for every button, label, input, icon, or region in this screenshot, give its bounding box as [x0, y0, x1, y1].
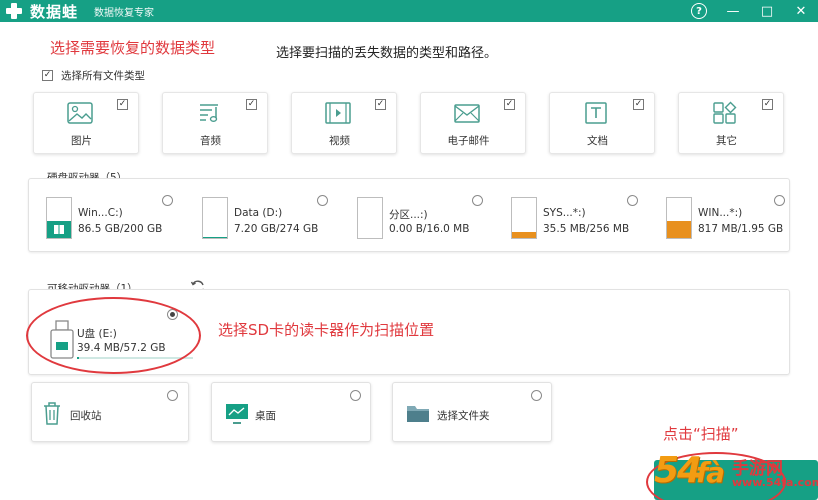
drive-item[interactable]: WIN...*:) 817 MB/1.95 GB: [666, 197, 786, 245]
drive-item[interactable]: Win...C:) 86.5 GB/200 GB: [46, 197, 196, 245]
watermark-number: 54: [654, 450, 702, 491]
location-label: 选择文件夹: [437, 410, 490, 422]
drive-size: 86.5 GB/200 GB: [78, 223, 163, 235]
watermark-url: www.54fa.com: [732, 476, 818, 489]
location-desktop[interactable]: 桌面: [211, 382, 371, 442]
drive-usage-fill: [512, 232, 536, 238]
drive-icon: [511, 197, 537, 239]
windows-icon: [54, 224, 64, 234]
document-icon: [585, 102, 607, 124]
drive-radio[interactable]: [472, 195, 483, 206]
type-label-video: 视频: [329, 135, 350, 147]
drive-size: 7.20 GB/274 GB: [234, 223, 319, 235]
type-card-email[interactable]: ✓ 电子邮件: [420, 92, 526, 154]
folder-icon: [407, 406, 429, 422]
type-card-other[interactable]: ✓ 其它: [678, 92, 784, 154]
location-radio[interactable]: [531, 390, 542, 401]
desktop-icon: [226, 404, 248, 424]
type-card-document[interactable]: ✓ 文档: [549, 92, 655, 154]
type-card-audio[interactable]: ✓ 音频: [162, 92, 268, 154]
drive-radio[interactable]: [774, 195, 785, 206]
highlight-ellipse: [26, 297, 201, 374]
location-radio[interactable]: [167, 390, 178, 401]
title-bar: 数据蛙 数据恢复专家 ? — □ ✕: [0, 0, 818, 22]
app-name: 数据蛙: [30, 2, 79, 21]
drive-radio[interactable]: [317, 195, 328, 206]
restore-button[interactable]: □: [750, 0, 784, 22]
page-heading: 选择要扫描的丢失数据的类型和路径。: [276, 46, 498, 61]
drive-size: 0.00 B/16.0 MB: [389, 223, 470, 235]
type-card-image[interactable]: ✓ 图片: [33, 92, 139, 154]
annotation-select-reader: 选择SD卡的读卡器作为扫描位置: [218, 321, 435, 339]
other-icon: [713, 101, 737, 124]
drive-icon: [202, 197, 228, 239]
drive-usage-fill: [667, 221, 691, 238]
drive-radio[interactable]: [627, 195, 638, 206]
minimize-button[interactable]: —: [716, 0, 750, 22]
image-icon: [67, 102, 93, 124]
type-label-email: 电子邮件: [447, 135, 490, 147]
drive-size: 817 MB/1.95 GB: [698, 223, 784, 235]
help-icon: ?: [691, 3, 707, 19]
location-label: 回收站: [70, 410, 102, 422]
app-subtitle: 数据恢复专家: [94, 7, 155, 19]
type-checkbox-video[interactable]: ✓: [375, 99, 386, 110]
drive-name: 分区...:): [389, 209, 428, 221]
watermark-number-suffix: fà: [696, 456, 725, 489]
window-controls: ? — □ ✕: [682, 0, 818, 22]
type-label-image: 图片: [71, 135, 92, 147]
drive-radio[interactable]: [162, 195, 173, 206]
drive-icon: [357, 197, 383, 239]
type-checkbox-email[interactable]: ✓: [504, 99, 515, 110]
drive-size: 35.5 MB/256 MB: [543, 223, 630, 235]
drive-usage-fill: [203, 236, 227, 238]
type-label-other: 其它: [716, 135, 737, 147]
type-checkbox-audio[interactable]: ✓: [246, 99, 257, 110]
select-all-types[interactable]: ✓ 选择所有文件类型: [42, 68, 145, 83]
drive-usage-fill: [47, 220, 71, 238]
drive-name: Win...C:): [78, 207, 123, 219]
video-icon: [325, 102, 351, 124]
plus-logo-icon: [4, 2, 26, 20]
drive-name: SYS...*:): [543, 207, 586, 219]
select-all-label: 选择所有文件类型: [61, 70, 145, 82]
help-button[interactable]: ?: [682, 0, 716, 22]
email-icon: [454, 104, 480, 123]
drive-item[interactable]: SYS...*:) 35.5 MB/256 MB: [511, 197, 661, 245]
trash-icon: [44, 402, 60, 425]
type-checkbox-other[interactable]: ✓: [762, 99, 773, 110]
type-checkbox-document[interactable]: ✓: [633, 99, 644, 110]
watermark-logo: 54 fà 手游网 www.54fa.com: [654, 450, 818, 496]
annotation-select-type: 选择需要恢复的数据类型: [50, 39, 216, 57]
drive-icon: [666, 197, 692, 239]
type-label-audio: 音频: [200, 135, 221, 147]
location-select-folder[interactable]: 选择文件夹: [392, 382, 552, 442]
location-recycle-bin[interactable]: 回收站: [31, 382, 189, 442]
app-logo: 数据蛙: [4, 1, 78, 22]
type-label-document: 文档: [587, 135, 608, 147]
drive-name: Data (D:): [234, 207, 283, 219]
drive-icon: [46, 197, 72, 239]
drive-item[interactable]: Data (D:) 7.20 GB/274 GB: [202, 197, 352, 245]
type-checkbox-image[interactable]: ✓: [117, 99, 128, 110]
file-type-list: ✓ 图片 ✓ 音频 ✓ 视频 ✓ 电子邮件 ✓ 文档 ✓ 其它: [33, 92, 785, 154]
location-label: 桌面: [255, 410, 276, 422]
hard-drives-panel: Win...C:) 86.5 GB/200 GB Data (D:) 7.20 …: [28, 178, 790, 252]
audio-icon: [200, 104, 218, 122]
drive-item[interactable]: 分区...:) 0.00 B/16.0 MB: [357, 197, 507, 245]
close-button[interactable]: ✕: [784, 0, 818, 22]
select-all-checkbox[interactable]: ✓: [42, 70, 53, 81]
drive-name: WIN...*:): [698, 207, 743, 219]
location-radio[interactable]: [350, 390, 361, 401]
type-card-video[interactable]: ✓ 视频: [291, 92, 397, 154]
annotation-click-scan: 点击“扫描”: [663, 425, 739, 443]
